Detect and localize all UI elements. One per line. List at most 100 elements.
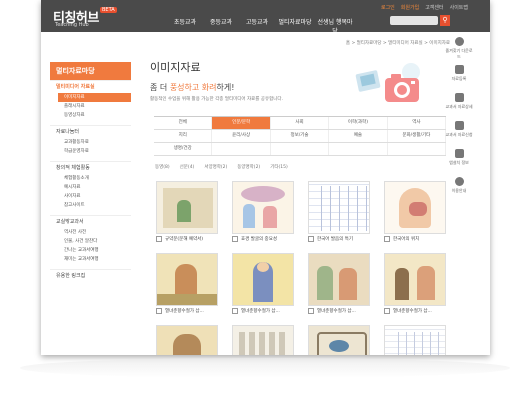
quick-item-textbook-detail[interactable]: 교과서 자료상세 <box>444 93 474 119</box>
filter-1[interactable]: 동영(8) <box>155 164 170 170</box>
thumbnail-title[interactable]: 열녀춘향수절가 삽... <box>393 308 432 314</box>
thumbnail-card[interactable] <box>384 325 446 355</box>
select-checkbox[interactable] <box>308 236 314 242</box>
subject-society[interactable]: 사회 <box>271 117 330 129</box>
subject-arts[interactable]: 예술 <box>329 130 388 142</box>
support-link[interactable]: 고객센터 <box>425 4 443 11</box>
search-input[interactable] <box>390 16 438 25</box>
breadcrumb: 홈 > 멀티자료마당 > 멀티미디어 자료실 > 이미지자료 <box>345 41 450 46</box>
thumbnail-image[interactable] <box>156 253 218 306</box>
thumbnail-image[interactable] <box>156 325 218 355</box>
sidebar-item-reference-sites[interactable]: 참고사이트 <box>50 201 131 210</box>
quick-item-textbook-request[interactable]: 교과서 자료신청 <box>444 121 474 147</box>
nav-multimedia[interactable]: 멀티자료마당 <box>275 17 315 35</box>
thumbnail-title[interactable]: 효경 발굴의 중요성 <box>241 236 277 242</box>
sidebar-item-travel2[interactable]: 재미는 교과서여행 <box>50 255 131 264</box>
thumbnail-image[interactable] <box>308 181 370 234</box>
thumbnail-card[interactable]: 열녀춘향수절가 삽... <box>156 253 218 316</box>
subject-culture[interactable]: 문화/생활/기타 <box>388 130 447 142</box>
subject-science[interactable]: 이학(과학) <box>329 117 388 129</box>
thumbnail-image[interactable] <box>384 253 446 306</box>
download-icon <box>454 37 464 46</box>
thumbnail-image[interactable] <box>232 181 294 234</box>
page-title: 이미지자료 <box>150 61 201 74</box>
thumbnail-image[interactable] <box>384 181 446 234</box>
subject-literature[interactable]: 인문/문학 <box>212 117 271 129</box>
subject-history[interactable]: 역사 <box>388 117 447 129</box>
sidebar-item-travel1[interactable]: 간나는 교과서여행 <box>50 246 131 255</box>
thumbnail-image[interactable] <box>308 253 370 306</box>
nav-teacher[interactable]: 선생님 행복마당 <box>315 17 355 35</box>
subject-all[interactable]: 전체 <box>154 117 213 129</box>
sidebar-item-flash[interactable]: 플래시자료 <box>50 102 131 111</box>
subject-geography[interactable]: 지리 <box>154 130 213 142</box>
select-checkbox[interactable] <box>232 236 238 242</box>
thumbnail-card[interactable]: 열녀춘향수절가 삽... <box>232 253 294 316</box>
thumbnail-card[interactable] <box>156 325 218 355</box>
thumbnail-card[interactable]: 효경 발굴의 중요성 <box>232 181 294 244</box>
main-nav: 초등교과 중등교과 고등교과 멀티자료마당 선생님 행복마당 <box>167 17 355 35</box>
thumbnail-card[interactable]: 한국어 발음의 특기 <box>308 181 370 244</box>
quick-item-download[interactable]: 즐겨찾기 다운로드 <box>444 37 474 63</box>
thumbnail-title[interactable]: 열녀춘향수절가 삽... <box>165 308 204 314</box>
thumbnail-card[interactable] <box>308 325 370 355</box>
thumbnail-card[interactable] <box>232 325 294 355</box>
select-checkbox[interactable] <box>156 236 162 242</box>
quick-item-register[interactable]: 자료등록 <box>444 65 474 91</box>
sidebar-item-video[interactable]: 동영상자료 <box>50 111 131 120</box>
sidebar-section-multimedia[interactable]: 멀티미디어 자료실 <box>50 80 131 93</box>
thumbnail-card[interactable]: 열녀춘향수절가 삽... <box>384 253 446 316</box>
select-checkbox[interactable] <box>232 308 238 314</box>
filter-5[interactable]: 기타(15) <box>270 164 288 170</box>
select-checkbox[interactable] <box>308 308 314 314</box>
sidebar-item-people[interactable]: 인물, 사건 알찬다 <box>50 237 131 246</box>
thumbnail-title[interactable]: 한국어의 위치 <box>393 236 419 242</box>
filter-4[interactable]: 동양명학(2) <box>237 164 260 170</box>
sidebar-section-links[interactable]: 유용한 링크집 <box>50 269 131 282</box>
sidebar-item-image[interactable]: 이미지자료 <box>58 93 131 102</box>
thumbnail-image[interactable] <box>232 253 294 306</box>
sidebar-item-class-management[interactable]: 학급운영자료 <box>50 147 131 156</box>
sidebar-section-share[interactable]: 자료나눔터 <box>50 125 131 138</box>
select-checkbox[interactable] <box>384 236 390 242</box>
logo-subtitle: Teaching Hub <box>55 22 89 28</box>
subject-info-tech[interactable]: 정보/기술 <box>271 130 330 142</box>
signup-link[interactable]: 회원가입 <box>401 4 419 11</box>
thumbnail-title[interactable]: 한국어 발음의 특기 <box>317 236 353 242</box>
login-link[interactable]: 로그인 <box>381 4 395 11</box>
quick-item-app-info[interactable]: 앱설치 정보 <box>444 149 474 175</box>
sidebar-item-examples[interactable]: 예시자료 <box>50 183 131 192</box>
sidebar-item-data[interactable]: 사이자료 <box>50 192 131 201</box>
filter-3[interactable]: 서양명학(2) <box>204 164 227 170</box>
thumbnail-title[interactable]: 열녀춘향수절가 삽... <box>241 308 280 314</box>
nav-elementary[interactable]: 초등교과 <box>167 17 203 35</box>
thumbnail-image[interactable] <box>308 325 370 355</box>
nav-middle[interactable]: 중등교과 <box>203 17 239 35</box>
select-checkbox[interactable] <box>384 308 390 314</box>
thumbnail-title[interactable]: 열녀춘향수절가 삽... <box>317 308 356 314</box>
sidebar-item-activity-intro[interactable]: 체험활동소개 <box>50 174 131 183</box>
subject-ethics[interactable]: 윤리/사상 <box>212 130 271 142</box>
hero-suffix: 하게! <box>216 83 235 92</box>
thumbnail-image[interactable] <box>232 325 294 355</box>
search-button[interactable]: ⚲ <box>440 15 450 26</box>
nav-high[interactable]: 고등교과 <box>239 17 275 35</box>
thumbnail-image[interactable] <box>384 325 446 355</box>
sidebar-item-class-activity[interactable]: 교과활동자료 <box>50 138 131 147</box>
sitemap-link[interactable]: 사이트맵 <box>450 4 468 11</box>
thumbnail-card[interactable]: 열녀춘향수절가 삽... <box>308 253 370 316</box>
thumbnail-title[interactable]: 규약문(문해 예약서) <box>165 236 203 242</box>
sidebar-section-creative[interactable]: 창의적 체험활동 <box>50 161 131 174</box>
hero-heading: 좀 더 풍성하고 화려하게! <box>150 82 234 93</box>
select-checkbox[interactable] <box>156 308 162 314</box>
subject-life-health[interactable]: 생명/건강 <box>154 143 213 155</box>
filter-2[interactable]: 선문(4) <box>180 164 195 170</box>
sidebar-section-outside-textbook[interactable]: 교실밖교과서 <box>50 215 131 228</box>
quick-item-guide[interactable]: 이용안내 <box>444 177 474 203</box>
thumbnail-card[interactable]: 한국어의 위치 <box>384 181 446 244</box>
thumbnail-image[interactable] <box>156 181 218 234</box>
document-icon <box>454 65 464 74</box>
sidebar-item-history[interactable]: 역사전 사전 <box>50 228 131 237</box>
thumbnail-card[interactable]: 규약문(문해 예약서) <box>156 181 218 244</box>
utility-links: 로그인 회원가입 고객센터 사이트맵 <box>381 4 468 11</box>
